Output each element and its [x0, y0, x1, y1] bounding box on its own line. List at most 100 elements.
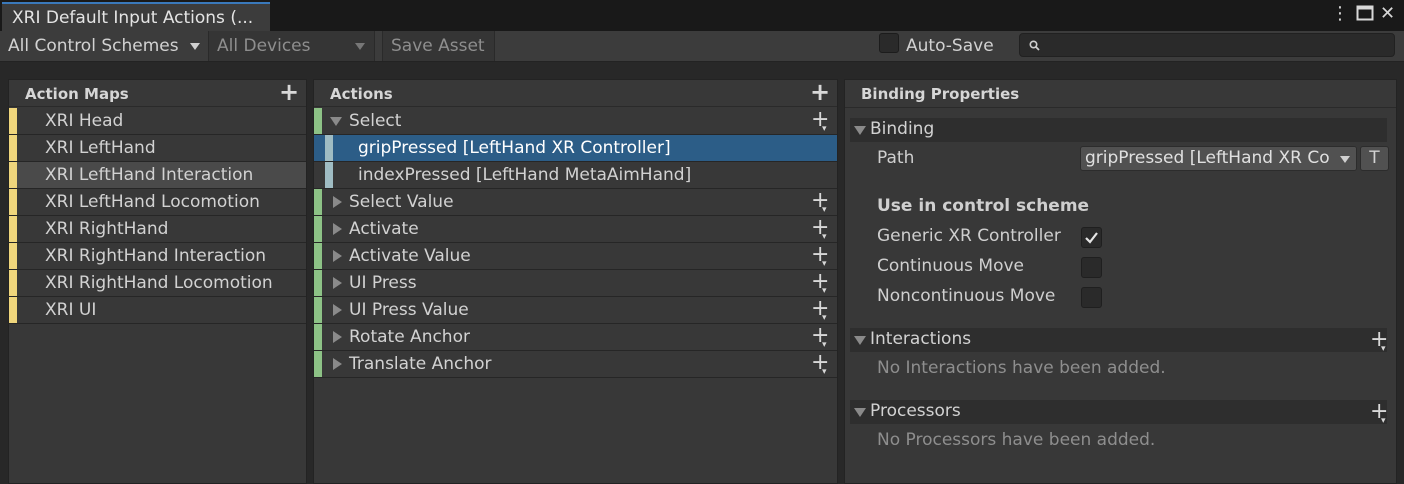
- action-map-label: XRI Head: [45, 111, 124, 131]
- action-map-item[interactable]: XRI RightHand Interaction: [9, 243, 306, 270]
- action-label: Select: [349, 111, 402, 131]
- text-mode-label: T: [1369, 148, 1380, 168]
- action-label: UI Press: [349, 273, 417, 293]
- binding-section-header[interactable]: Binding: [850, 118, 1387, 142]
- action-map-color-stripe: [9, 297, 17, 323]
- control-scheme-checkbox[interactable]: [1081, 227, 1102, 248]
- add-interaction-button[interactable]: +: [1370, 329, 1388, 360]
- search-input[interactable]: [1019, 33, 1395, 57]
- interactions-empty-text: No Interactions have been added.: [877, 358, 1166, 378]
- foldout-collapsed-icon[interactable]: [333, 223, 342, 235]
- action-map-label: XRI RightHand: [45, 219, 169, 239]
- action-item[interactable]: + Select Value: [314, 189, 837, 216]
- action-color-stripe: [314, 324, 322, 350]
- action-label: Activate: [349, 219, 419, 239]
- action-map-color-stripe: [9, 162, 17, 188]
- action-item[interactable]: + Activate Value: [314, 243, 837, 270]
- processors-section-header[interactable]: Processors +: [850, 400, 1388, 432]
- path-label: Path: [877, 148, 915, 168]
- control-scheme-checkbox[interactable]: [1081, 257, 1102, 278]
- save-asset-label: Save Asset: [391, 36, 485, 56]
- control-scheme-checkbox[interactable]: [1081, 287, 1102, 308]
- action-item[interactable]: + Rotate Anchor: [314, 324, 837, 351]
- add-binding-button[interactable]: +: [811, 190, 829, 216]
- action-item[interactable]: + Select: [314, 108, 837, 135]
- devices-dropdown[interactable]: All Devices: [209, 31, 374, 61]
- binding-label: indexPressed [LeftHand MetaAimHand]: [358, 165, 692, 185]
- foldout-expanded-icon: [854, 336, 866, 345]
- action-color-stripe: [314, 270, 322, 296]
- foldout-expanded-icon[interactable]: [330, 117, 342, 126]
- save-asset-button[interactable]: Save Asset: [382, 31, 495, 61]
- action-label: Activate Value: [349, 246, 471, 266]
- processors-empty-text: No Processors have been added.: [877, 430, 1156, 450]
- action-map-color-stripe: [9, 108, 17, 134]
- action-color-stripe: [314, 297, 322, 323]
- add-binding-button[interactable]: +: [811, 325, 829, 351]
- action-map-color-stripe: [9, 270, 17, 296]
- add-action-button[interactable]: +: [810, 80, 830, 104]
- control-scheme-dropdown[interactable]: All Control Schemes: [0, 31, 208, 61]
- action-map-item[interactable]: XRI LeftHand Locomotion: [9, 189, 306, 216]
- interactions-section-header[interactable]: Interactions +: [850, 328, 1388, 360]
- binding-item[interactable]: indexPressed [LeftHand MetaAimHand]: [314, 162, 837, 189]
- binding-item[interactable]: gripPressed [LeftHand XR Controller]: [314, 135, 837, 162]
- action-item[interactable]: + Activate: [314, 216, 837, 243]
- action-item[interactable]: + UI Press Value: [314, 297, 837, 324]
- binding-properties-header: Binding Properties: [845, 80, 1396, 108]
- foldout-collapsed-icon[interactable]: [333, 277, 342, 289]
- window-tab-bar: XRI Default Input Actions (... ⋮ ✕: [0, 0, 1404, 31]
- foldout-collapsed-icon[interactable]: [333, 250, 342, 262]
- chevron-down-icon: [190, 43, 200, 50]
- action-color-stripe: [314, 216, 322, 242]
- action-color-stripe: [314, 351, 322, 377]
- action-label: Translate Anchor: [349, 354, 492, 374]
- action-item[interactable]: + Translate Anchor: [314, 351, 837, 378]
- foldout-collapsed-icon[interactable]: [333, 358, 342, 370]
- path-dropdown[interactable]: gripPressed [LeftHand XR Co: [1080, 146, 1357, 171]
- text-mode-button[interactable]: T: [1360, 146, 1389, 171]
- action-map-color-stripe: [9, 216, 17, 242]
- more-options-icon[interactable]: ⋮: [1331, 4, 1349, 24]
- action-label: Select Value: [349, 192, 454, 212]
- add-processor-button[interactable]: +: [1370, 401, 1388, 432]
- action-map-color-stripe: [9, 135, 17, 161]
- action-map-item[interactable]: XRI RightHand: [9, 216, 306, 243]
- actions-panel: Actions + + Select gripPressed [LeftHand X…: [313, 79, 838, 484]
- close-icon[interactable]: ✕: [1380, 4, 1395, 24]
- processors-section-label: Processors: [870, 401, 961, 421]
- action-map-item[interactable]: XRI UI: [9, 297, 306, 324]
- action-map-item[interactable]: XRI LeftHand Interaction: [9, 162, 306, 189]
- add-binding-button[interactable]: +: [811, 109, 829, 135]
- action-item[interactable]: + UI Press: [314, 270, 837, 297]
- foldout-collapsed-icon[interactable]: [333, 196, 342, 208]
- action-color-stripe: [314, 108, 322, 134]
- add-action-map-button[interactable]: +: [279, 80, 299, 104]
- auto-save-checkbox[interactable]: [879, 33, 899, 53]
- action-map-item[interactable]: XRI RightHand Locomotion: [9, 270, 306, 297]
- add-binding-button[interactable]: +: [811, 217, 829, 243]
- foldout-collapsed-icon[interactable]: [333, 331, 342, 343]
- add-binding-button[interactable]: +: [811, 244, 829, 270]
- chevron-down-icon: [355, 43, 365, 50]
- action-maps-header: Action Maps: [9, 80, 306, 107]
- action-map-label: XRI LeftHand: [45, 138, 156, 158]
- action-map-item[interactable]: XRI LeftHand: [9, 135, 306, 162]
- window-tab[interactable]: XRI Default Input Actions (...: [2, 2, 270, 31]
- add-binding-button[interactable]: +: [811, 298, 829, 324]
- add-binding-button[interactable]: +: [811, 271, 829, 297]
- control-scheme-label: Noncontinuous Move: [877, 286, 1056, 306]
- add-binding-button[interactable]: +: [811, 352, 829, 378]
- actions-header: Actions: [314, 80, 837, 107]
- action-map-item[interactable]: XRI Head: [9, 108, 306, 135]
- binding-color-stripe: [325, 135, 333, 161]
- action-map-color-stripe: [9, 189, 17, 215]
- foldout-collapsed-icon[interactable]: [333, 304, 342, 316]
- action-color-stripe: [314, 189, 322, 215]
- action-label: Rotate Anchor: [349, 327, 470, 347]
- foldout-expanded-icon: [854, 408, 866, 417]
- maximize-icon[interactable]: [1356, 5, 1374, 26]
- control-scheme-label: Generic XR Controller: [877, 226, 1061, 246]
- binding-properties-panel: Binding Properties Binding Path gripPres…: [844, 79, 1397, 484]
- control-scheme-label: Continuous Move: [877, 256, 1025, 276]
